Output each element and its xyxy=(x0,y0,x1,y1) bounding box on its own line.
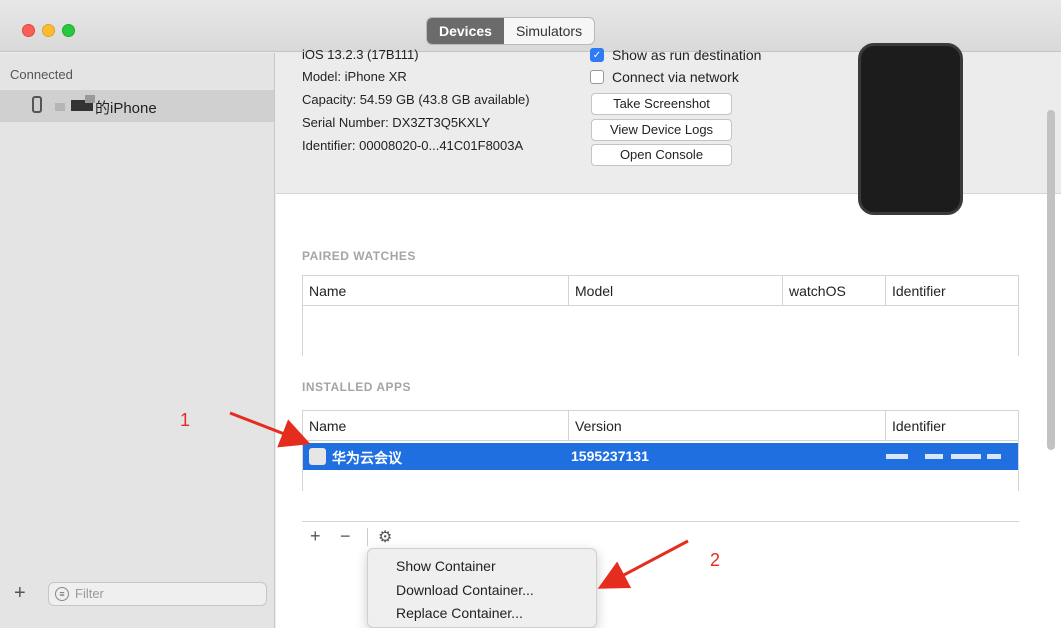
device-info-panel: iOS 13.2.3 (17B111) Model: iPhone XR Cap… xyxy=(276,43,1061,215)
filter-input[interactable]: ≡ Filter xyxy=(48,582,267,606)
sidebar-item-device[interactable]: 的iPhone xyxy=(0,90,274,122)
menu-item-show-container[interactable]: Show Container xyxy=(396,558,496,574)
show-run-destination-checkbox[interactable]: ✓ Show as run destination xyxy=(590,47,761,63)
column-header-watchos[interactable]: watchOS xyxy=(782,276,885,306)
app-icon xyxy=(309,448,326,465)
devices-simulators-segmented-control: Devices Simulators xyxy=(426,17,596,45)
take-screenshot-button[interactable]: Take Screenshot xyxy=(591,93,732,115)
connect-via-network-checkbox[interactable]: Connect via network xyxy=(590,69,739,85)
ios-version-label: iOS 13.2.3 (17B111) xyxy=(302,47,419,62)
menu-item-replace-container[interactable]: Replace Container... xyxy=(396,605,523,621)
filter-placeholder: Filter xyxy=(75,586,104,601)
model-label: Model: iPhone XR xyxy=(302,69,407,84)
view-device-logs-button[interactable]: View Device Logs xyxy=(591,119,732,141)
add-device-button[interactable]: + xyxy=(14,582,26,605)
gear-icon[interactable]: ⚙ xyxy=(378,527,392,547)
zoom-window-button[interactable] xyxy=(62,24,75,37)
checkmark-icon: ✓ xyxy=(590,48,604,62)
device-name-label: 的iPhone xyxy=(95,100,157,117)
tab-devices[interactable]: Devices xyxy=(427,18,504,44)
devices-window: Devices Simulators Connected 的iPhone + ≡… xyxy=(0,0,1061,628)
column-header-model[interactable]: Model xyxy=(568,276,782,306)
main-panel: iOS 13.2.3 (17B111) Model: iPhone XR Cap… xyxy=(276,43,1061,628)
column-header-identifier[interactable]: Identifier xyxy=(885,276,1018,306)
redacted-name-block xyxy=(55,103,65,111)
sidebar-bottom-bar: + ≡ Filter xyxy=(0,578,274,628)
sidebar-heading-connected: Connected xyxy=(10,67,73,82)
container-context-menu: Show Container Download Container... Rep… xyxy=(367,548,597,628)
open-console-button[interactable]: Open Console xyxy=(591,144,732,166)
column-header-name[interactable]: Name xyxy=(303,276,568,306)
annotation-number-2: 2 xyxy=(710,550,721,570)
installed-apps-header: Name Version Identifier xyxy=(303,411,1018,441)
installed-apps-table: Name Version Identifier 华为云会议 1595237131 xyxy=(302,410,1019,491)
apps-list-toolbar: + − ⚙ xyxy=(302,521,1019,551)
remove-app-button[interactable]: − xyxy=(340,526,351,547)
tab-simulators[interactable]: Simulators xyxy=(504,18,594,44)
sidebar: Connected 的iPhone + ≡ Filter xyxy=(0,53,275,628)
installed-apps-title: INSTALLED APPS xyxy=(302,380,412,394)
iphone-device-image xyxy=(858,43,963,215)
menu-item-download-container[interactable]: Download Container... xyxy=(396,582,534,598)
toolbar-divider xyxy=(367,528,368,546)
redacted-identifier xyxy=(951,454,981,459)
table-row-app[interactable]: 华为云会议 1595237131 xyxy=(303,443,1018,470)
app-version-cell: 1595237131 xyxy=(571,448,649,464)
paired-watches-title: PAIRED WATCHES xyxy=(302,249,416,263)
minimize-window-button[interactable] xyxy=(42,24,55,37)
column-header-name[interactable]: Name xyxy=(303,411,568,441)
redacted-name-block xyxy=(85,95,95,103)
close-window-button[interactable] xyxy=(22,24,35,37)
installed-apps-body: 华为云会议 1595237131 xyxy=(303,441,1018,491)
column-header-identifier[interactable]: Identifier xyxy=(885,411,1018,441)
annotation-number-1: 1 xyxy=(180,410,191,430)
connect-via-network-label: Connect via network xyxy=(612,69,739,85)
paired-watches-header: Name Model watchOS Identifier xyxy=(303,276,1018,306)
filter-icon: ≡ xyxy=(55,587,69,601)
column-header-version[interactable]: Version xyxy=(568,411,885,441)
checkbox-icon xyxy=(590,70,604,84)
add-app-button[interactable]: + xyxy=(310,526,321,547)
redacted-identifier xyxy=(886,454,908,459)
serial-number-label: Serial Number: DX3ZT3Q5KXLY xyxy=(302,115,491,130)
paired-watches-table: Name Model watchOS Identifier xyxy=(302,275,1019,356)
capacity-label: Capacity: 54.59 GB (43.8 GB available) xyxy=(302,92,530,107)
show-run-destination-label: Show as run destination xyxy=(612,47,762,63)
iphone-icon xyxy=(32,96,42,113)
app-name-cell: 华为云会议 xyxy=(332,450,402,466)
identifier-label: Identifier: 00008020-0...41C01F8003A xyxy=(302,138,524,153)
paired-watches-body xyxy=(303,306,1018,356)
redacted-identifier xyxy=(925,454,943,459)
main-scrollbar[interactable] xyxy=(1047,110,1055,450)
redacted-identifier xyxy=(987,454,1001,459)
